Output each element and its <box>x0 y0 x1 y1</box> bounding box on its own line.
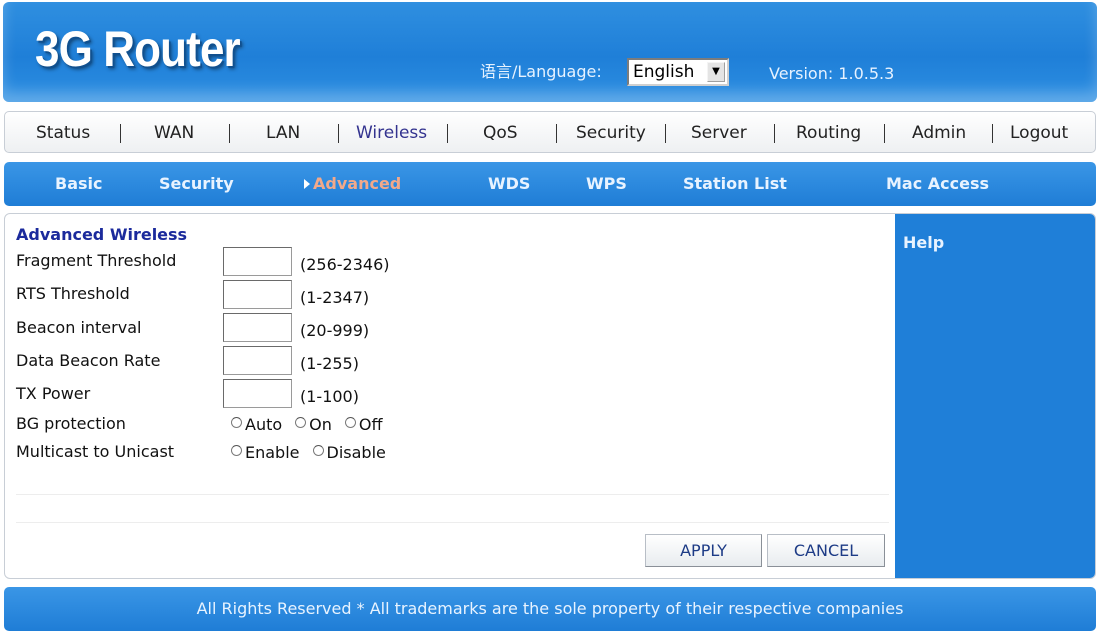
bg-protection-auto-label: Auto <box>245 415 283 434</box>
help-title: Help <box>903 233 945 252</box>
subtab-wds[interactable]: WDS <box>488 174 530 193</box>
cancel-button[interactable]: CANCEL <box>767 534 885 567</box>
multicast-disable-label: Disable <box>326 443 386 462</box>
multicast-disable-radio[interactable] <box>312 445 324 456</box>
nav-separator <box>884 124 885 143</box>
nav-separator <box>338 124 339 143</box>
nav-separator <box>229 124 230 143</box>
subtab-advanced[interactable]: Advanced <box>313 174 401 193</box>
wireless-subnav: Basic Security Advanced WDS WPS Station … <box>4 162 1096 206</box>
language-label: 语言/Language: <box>480 62 602 81</box>
tx-power-label: TX Power <box>16 384 91 403</box>
nav-separator <box>992 124 993 143</box>
multicast-to-unicast-label: Multicast to Unicast <box>16 442 175 461</box>
active-tab-arrow-icon <box>304 179 310 189</box>
multicast-radio-group: Enable Disable <box>231 443 399 462</box>
beacon-interval-input[interactable] <box>223 313 292 342</box>
data-beacon-rate-label: Data Beacon Rate <box>16 351 161 370</box>
footer-copyright: All Rights Reserved * All trademarks are… <box>4 587 1096 631</box>
bg-protection-on-radio[interactable] <box>295 417 307 428</box>
divider <box>16 494 889 495</box>
language-select[interactable]: English ▼ <box>627 58 729 86</box>
bg-protection-off-label: Off <box>358 415 383 434</box>
multicast-enable-label: Enable <box>245 443 300 462</box>
language-select-value: English <box>633 62 695 82</box>
nav-wan[interactable]: WAN <box>154 123 194 143</box>
beacon-interval-range: (20-999) <box>300 321 370 340</box>
data-beacon-rate-input[interactable] <box>223 346 292 375</box>
beacon-interval-label: Beacon interval <box>16 318 142 337</box>
apply-button[interactable]: APPLY <box>645 534 762 567</box>
nav-status[interactable]: Status <box>36 123 90 143</box>
data-beacon-rate-range: (1-255) <box>300 354 359 373</box>
nav-separator <box>665 124 666 143</box>
nav-wireless[interactable]: Wireless <box>356 123 427 143</box>
rts-threshold-label: RTS Threshold <box>16 284 130 303</box>
bg-protection-radio-group: Auto On Off <box>231 415 396 434</box>
subtab-mac-access[interactable]: Mac Access <box>886 174 989 193</box>
nav-qos[interactable]: QoS <box>483 123 518 143</box>
nav-server[interactable]: Server <box>691 123 747 143</box>
subtab-station-list[interactable]: Station List <box>683 174 787 193</box>
fragment-threshold-label: Fragment Threshold <box>16 251 177 270</box>
nav-logout[interactable]: Logout <box>1010 123 1068 143</box>
router-logo: 3G Router <box>35 21 241 77</box>
multicast-enable-radio[interactable] <box>231 445 242 456</box>
section-title: Advanced Wireless <box>16 225 188 244</box>
nav-separator <box>774 124 775 143</box>
nav-lan[interactable]: LAN <box>266 123 300 143</box>
firmware-version: Version: 1.0.5.3 <box>769 64 895 83</box>
nav-separator <box>120 124 121 143</box>
nav-separator <box>556 124 557 143</box>
rts-threshold-range: (1-2347) <box>300 288 370 307</box>
nav-routing[interactable]: Routing <box>796 123 861 143</box>
main-nav: Status WAN LAN Wireless QoS Security Ser… <box>4 111 1096 153</box>
header-banner: 3G Router 语言/Language: English ▼ Version… <box>3 2 1097 102</box>
divider <box>16 522 889 523</box>
nav-admin[interactable]: Admin <box>912 123 966 143</box>
tx-power-input[interactable] <box>223 379 292 408</box>
bg-protection-auto-radio[interactable] <box>231 417 242 428</box>
tx-power-range: (1-100) <box>300 387 359 406</box>
fragment-threshold-input[interactable] <box>223 247 292 276</box>
help-sidebar: Help <box>895 214 1095 578</box>
bg-protection-on-label: On <box>309 415 332 434</box>
subtab-security[interactable]: Security <box>159 174 234 193</box>
subtab-wps[interactable]: WPS <box>586 174 627 193</box>
subtab-basic[interactable]: Basic <box>55 174 102 193</box>
rts-threshold-input[interactable] <box>223 280 292 309</box>
fragment-threshold-range: (256-2346) <box>300 255 390 274</box>
nav-separator <box>447 124 448 143</box>
chevron-down-icon[interactable]: ▼ <box>707 62 725 82</box>
advanced-wireless-panel: Advanced Wireless Fragment Threshold (25… <box>4 213 1096 579</box>
bg-protection-off-radio[interactable] <box>344 417 356 428</box>
bg-protection-label: BG protection <box>16 414 126 433</box>
nav-security[interactable]: Security <box>576 123 646 143</box>
